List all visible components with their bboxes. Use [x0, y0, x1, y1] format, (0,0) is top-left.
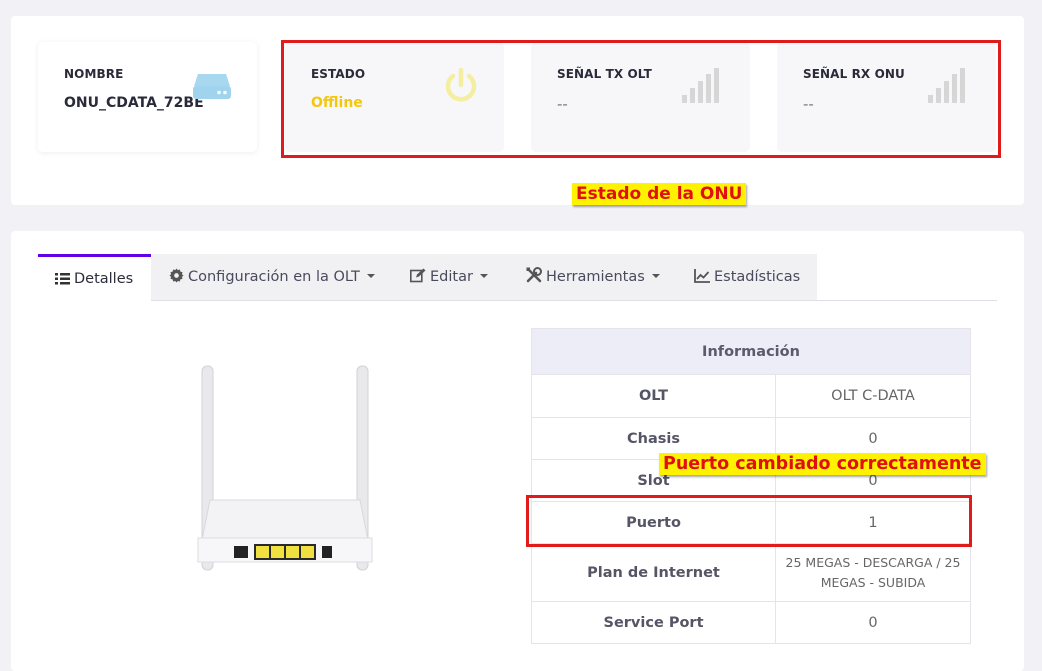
chevron-down-icon — [651, 274, 660, 278]
row-key: Plan de Internet — [531, 543, 776, 602]
tab-herramientas[interactable]: Herramientas — [526, 254, 660, 301]
info-header: Información — [531, 328, 971, 375]
row-key: OLT — [531, 374, 776, 418]
row-key: Service Port — [531, 601, 776, 644]
tab-detalles-label: Detalles — [74, 271, 134, 287]
tab-estadisticas-label: Estadísticas — [714, 269, 801, 285]
list-icon — [55, 273, 70, 285]
router-image — [197, 365, 373, 571]
tab-configuracion-label: Configuración en la OLT — [188, 269, 360, 285]
tools-icon — [526, 267, 542, 283]
tab-editar-label: Editar — [430, 269, 473, 285]
chart-icon — [694, 269, 710, 283]
gear-icon — [169, 268, 184, 283]
table-row: OLT OLT C-DATA — [531, 374, 971, 418]
annotation-box-estado — [281, 40, 1001, 158]
table-row: Service Port 0 — [531, 601, 971, 644]
annotation-estado-onu: Estado de la ONU — [572, 183, 747, 205]
chevron-down-icon — [479, 274, 488, 278]
table-row: Plan de Internet 25 MEGAS - DESCARGA / 2… — [531, 543, 971, 602]
chevron-down-icon — [366, 274, 375, 278]
nombre-label: NOMBRE — [64, 67, 124, 81]
tab-estadisticas[interactable]: Estadísticas — [694, 254, 800, 301]
row-value: 25 MEGAS - DESCARGA / 25 MEGAS - SUBIDA — [775, 543, 971, 602]
tab-configuracion-olt[interactable]: Configuración en la OLT — [169, 254, 375, 301]
row-value: 0 — [775, 601, 971, 644]
tab-herramientas-label: Herramientas — [546, 269, 645, 285]
annotation-box-puerto — [526, 495, 972, 547]
edit-icon — [410, 268, 426, 283]
tab-detalles[interactable]: Detalles — [38, 254, 151, 301]
nombre-value: ONU_CDATA_72BE — [64, 95, 204, 111]
annotation-puerto-cambiado: Puerto cambiado correctamente — [659, 453, 986, 475]
hard-drive-icon — [193, 74, 231, 99]
tab-editar[interactable]: Editar — [410, 254, 488, 301]
info-table: Información OLT OLT C-DATA Chasis 0 Slot… — [531, 328, 971, 644]
card-nombre: NOMBRE ONU_CDATA_72BE — [38, 42, 257, 152]
row-value: OLT C-DATA — [775, 374, 971, 418]
